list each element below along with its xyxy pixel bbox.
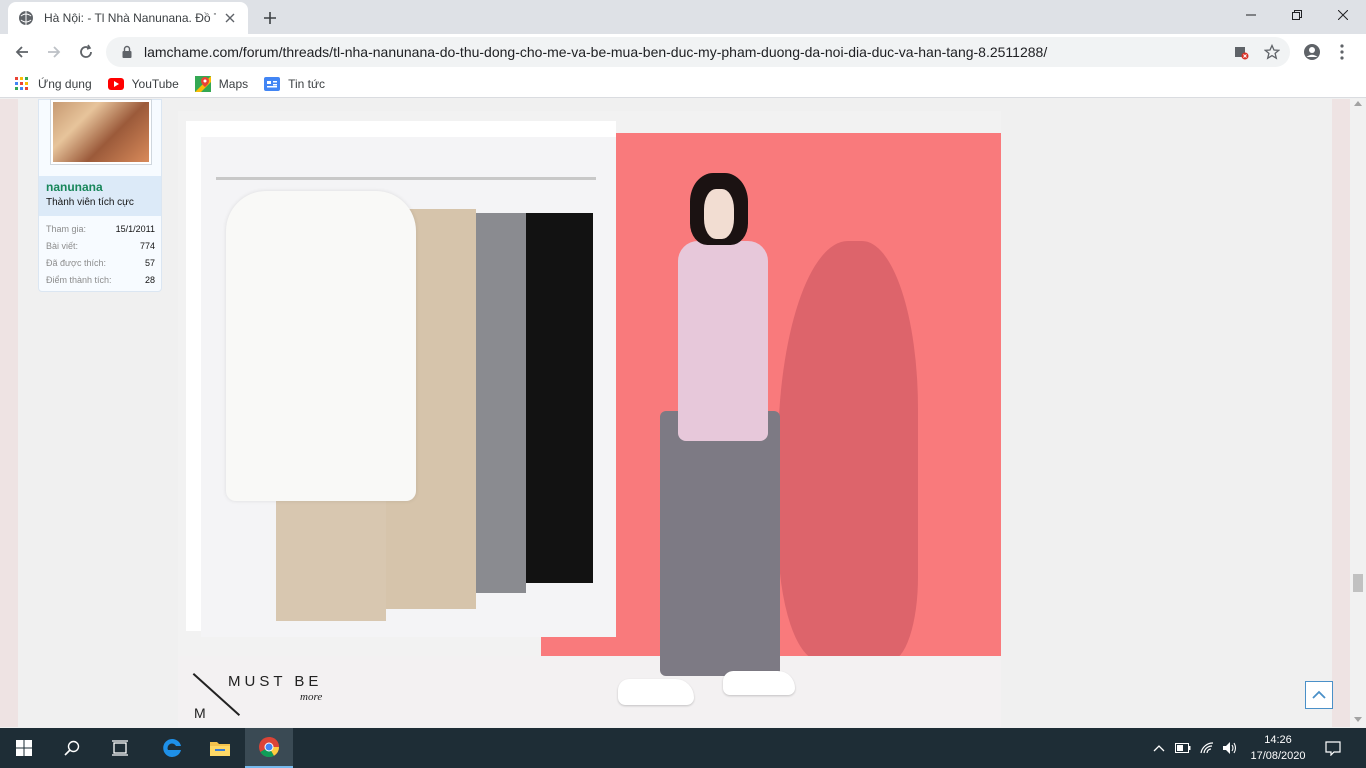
user-title: Thành viên tích cực (46, 197, 134, 208)
windows-taskbar: 14:26 17/08/2020 (0, 728, 1366, 768)
stat-row: Điểm thành tích: 28 (39, 271, 161, 288)
brand-logo: M MUST BE more (192, 663, 344, 723)
edge-taskbar-button[interactable] (148, 728, 196, 768)
username-link[interactable]: nanunana (46, 180, 154, 194)
chevron-up-icon (1312, 690, 1326, 699)
stat-value: 57 (144, 257, 155, 268)
stat-value[interactable]: 774 (140, 241, 155, 251)
menu-kebab-icon[interactable] (1333, 43, 1351, 61)
apps-grid-icon (14, 76, 30, 92)
bookmark-news[interactable]: Tin tức (264, 76, 325, 92)
new-tab-icon[interactable] (258, 6, 282, 30)
bookmark-label: YouTube (131, 76, 179, 91)
stat-label: Bài viết: (46, 240, 79, 251)
post-product-image[interactable]: M MUST BE more (178, 111, 1001, 727)
volume-icon[interactable] (1221, 739, 1239, 757)
scroll-up-icon[interactable] (1354, 101, 1362, 106)
close-window-icon[interactable] (1320, 0, 1366, 30)
stat-row: Đã được thích: 57 (39, 254, 161, 271)
start-button[interactable] (0, 728, 48, 768)
battery-icon[interactable] (1174, 739, 1192, 757)
clothes-rack-photo (186, 121, 616, 637)
extension-blocked-icon[interactable] (1232, 43, 1250, 61)
folder-icon (210, 742, 230, 756)
bookmarks-bar: Ứng dụng YouTube Maps Tin tức (0, 70, 1366, 98)
rack-bar (216, 177, 596, 180)
wifi-icon[interactable] (1198, 739, 1216, 757)
windows-logo-icon (16, 740, 32, 756)
news-icon (264, 76, 281, 92)
search-icon (64, 740, 80, 756)
user-header: nanunana Thành viên tích cực (39, 176, 161, 216)
bookmark-label: Ứng dụng (38, 76, 92, 91)
restore-icon[interactable] (1274, 0, 1320, 30)
black-pants (521, 213, 593, 583)
back-arrow-icon[interactable] (8, 38, 36, 66)
stat-label: Tham gia: (46, 223, 87, 234)
tab-title: Hà Nội: - Tl Nhà Nanunana. Đồ T (44, 11, 216, 25)
bookmark-maps[interactable]: Maps (194, 75, 249, 92)
taskbar-clock[interactable]: 14:26 17/08/2020 (1248, 732, 1308, 764)
stat-row: Bài viết: 774 (39, 237, 161, 254)
stat-value[interactable]: 28 (145, 275, 155, 285)
browser-tab[interactable]: Hà Nội: - Tl Nhà Nanunana. Đồ T (8, 2, 248, 34)
page-margin-right (1332, 99, 1350, 727)
scroll-thumb[interactable] (1353, 574, 1363, 592)
tab-strip: Hà Nội: - Tl Nhà Nanunana. Đồ T (0, 0, 1366, 34)
model-shoe-right (723, 671, 795, 695)
user-avatar[interactable] (50, 99, 152, 165)
minimize-icon[interactable] (1228, 0, 1274, 30)
stat-label: Đã được thích: (46, 257, 106, 268)
chrome-taskbar-button[interactable] (245, 728, 293, 768)
notifications-icon[interactable] (1324, 739, 1342, 757)
white-blouse (226, 191, 416, 501)
stat-label: Điểm thành tích: (46, 274, 112, 285)
address-bar[interactable]: lamchame.com/forum/threads/tl-nha-nanuna… (106, 37, 1290, 67)
model-pink-shirt (678, 241, 768, 441)
back-to-top-button[interactable] (1305, 681, 1333, 709)
user-stats: Tham gia: 15/1/2011 Bài viết: 774 Đã đượ… (39, 220, 161, 288)
page-viewport: nanunana Thành viên tích cực Tham gia: 1… (0, 99, 1366, 727)
bookmark-label: Tin tức (288, 76, 326, 91)
search-button[interactable] (48, 728, 96, 768)
close-tab-icon[interactable] (222, 10, 238, 26)
page-scrollbar[interactable] (1350, 99, 1366, 727)
globe-icon (18, 10, 34, 26)
brand-tagline: more (300, 691, 323, 703)
model-shoe-left (618, 679, 694, 705)
brand-name: MUST BE (228, 673, 323, 690)
edge-icon (163, 738, 181, 757)
brand-m: M (194, 705, 206, 721)
model-face (704, 189, 734, 239)
model-shadow (778, 241, 918, 661)
bookmark-label: Maps (218, 76, 249, 91)
stat-value: 15/1/2011 (115, 223, 155, 234)
url-text: lamchame.com/forum/threads/tl-nha-nanuna… (144, 44, 1048, 60)
task-view-button[interactable] (96, 728, 144, 768)
chrome-icon (259, 737, 280, 758)
stat-row: Tham gia: 15/1/2011 (39, 220, 161, 237)
bookmark-apps[interactable]: Ứng dụng (14, 76, 92, 92)
user-card: nanunana Thành viên tích cực Tham gia: 1… (38, 99, 162, 292)
file-explorer-button[interactable] (196, 728, 244, 768)
maps-icon (194, 75, 211, 92)
youtube-icon (107, 76, 124, 92)
lock-icon[interactable] (120, 45, 134, 59)
page-margin-left (0, 99, 18, 727)
task-view-icon (112, 740, 128, 756)
model-grey-trousers (660, 411, 780, 676)
bookmark-youtube[interactable]: YouTube (107, 76, 179, 92)
forward-arrow-icon[interactable] (40, 38, 68, 66)
bookmark-star-icon[interactable] (1263, 43, 1281, 61)
profile-icon[interactable] (1303, 43, 1321, 61)
clock-time: 14:26 (1264, 734, 1292, 746)
clock-date: 17/08/2020 (1250, 750, 1306, 762)
tray-chevron-up-icon[interactable] (1150, 739, 1168, 757)
reload-icon[interactable] (72, 38, 100, 66)
browser-toolbar: lamchame.com/forum/threads/tl-nha-nanuna… (0, 34, 1366, 70)
scroll-down-icon[interactable] (1354, 717, 1362, 722)
